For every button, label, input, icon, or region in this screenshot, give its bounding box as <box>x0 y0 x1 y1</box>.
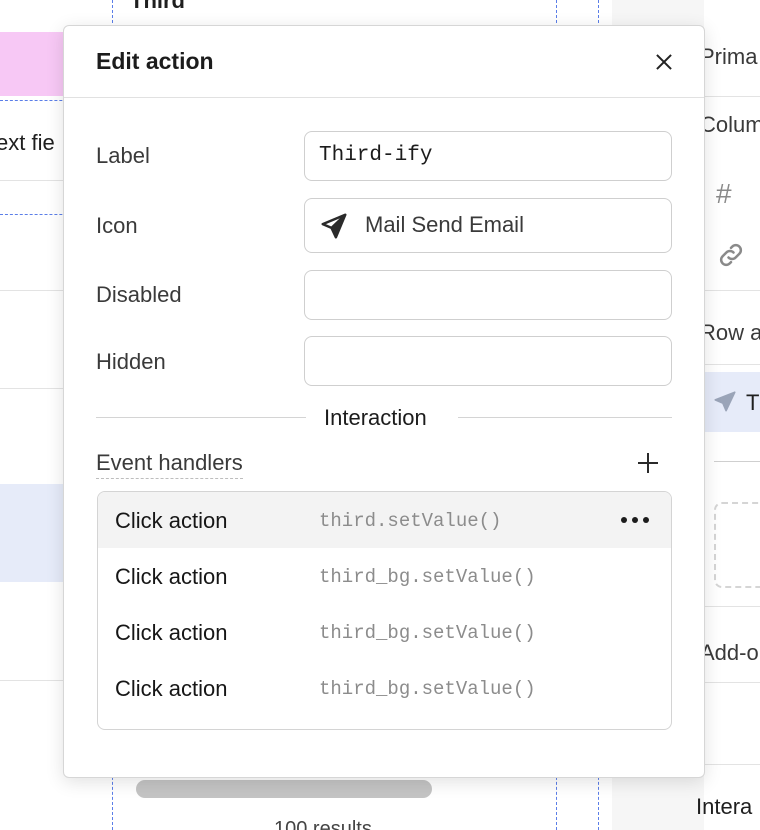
handler-method: third.setValue() <box>319 510 502 532</box>
inspector-interaction-label: Intera <box>696 794 753 819</box>
more-horizontal-icon[interactable] <box>620 512 650 528</box>
panel-divider <box>704 682 760 683</box>
event-handler-row[interactable]: Click action third_bg.setValue() <box>98 660 671 716</box>
handler-event: Click action <box>115 676 228 701</box>
send-icon <box>714 391 736 412</box>
plus-icon[interactable] <box>637 452 659 474</box>
hidden-field-label: Hidden <box>96 349 166 374</box>
event-handler-row[interactable]: Click action third_bg.setValue() <box>98 604 671 660</box>
panel-divider <box>714 461 760 462</box>
drop-zone[interactable] <box>714 502 760 588</box>
handler-event: Click action <box>115 620 228 645</box>
inspector-row-actions-label: Row a <box>700 320 760 345</box>
panel-divider <box>704 96 760 97</box>
paper-plane-icon <box>321 213 347 239</box>
handler-event: Click action <box>115 564 228 589</box>
section-divider <box>458 417 672 418</box>
hash-icon: # <box>716 178 732 209</box>
dialog-header: Edit action <box>64 26 704 98</box>
panel-divider <box>704 764 760 765</box>
icon-select[interactable]: Mail Send Email <box>304 198 672 253</box>
hidden-input[interactable] <box>304 336 672 386</box>
event-handler-row[interactable]: Click action third_bg.setValue() <box>98 548 671 604</box>
panel-divider <box>704 606 760 607</box>
event-handler-list: Click action third.setValue() Click acti… <box>97 491 672 730</box>
label-input[interactable]: Third-ify <box>304 131 672 181</box>
panel-divider <box>704 364 760 365</box>
label-input-value: Third-ify <box>319 144 433 167</box>
table-cell-text: ext fie <box>0 130 55 155</box>
interaction-section-title: Interaction <box>324 405 427 430</box>
column-header: Third <box>130 0 185 13</box>
handler-method: third_bg.setValue() <box>319 622 536 644</box>
inspector-primary-label: Prima <box>700 44 758 69</box>
handler-method: third_bg.setValue() <box>319 678 536 700</box>
inspector-columns-label: Colum <box>700 112 760 137</box>
results-count: 100 results <box>274 818 372 830</box>
handler-method: third_bg.setValue() <box>319 566 536 588</box>
disabled-input[interactable] <box>304 270 672 320</box>
close-icon[interactable] <box>652 50 676 74</box>
inspector-addons-label: Add-o <box>700 640 759 665</box>
link-icon <box>719 243 743 267</box>
edit-action-dialog: Edit action Label Third-ify Icon Mail Se… <box>63 25 705 778</box>
event-handlers-label[interactable]: Event handlers <box>96 450 243 479</box>
horizontal-scrollbar[interactable] <box>136 780 432 798</box>
handler-event: Click action <box>115 508 228 533</box>
label-field-label: Label <box>96 143 150 168</box>
event-handler-row[interactable]: Click action third.setValue() <box>98 492 671 548</box>
disabled-field-label: Disabled <box>96 282 182 307</box>
section-divider <box>96 417 306 418</box>
icon-field-label: Icon <box>96 213 138 238</box>
panel-divider <box>704 290 760 291</box>
dialog-title: Edit action <box>96 48 214 74</box>
icon-select-value: Mail Send Email <box>365 212 524 237</box>
row-action-item-label: T <box>746 390 760 415</box>
